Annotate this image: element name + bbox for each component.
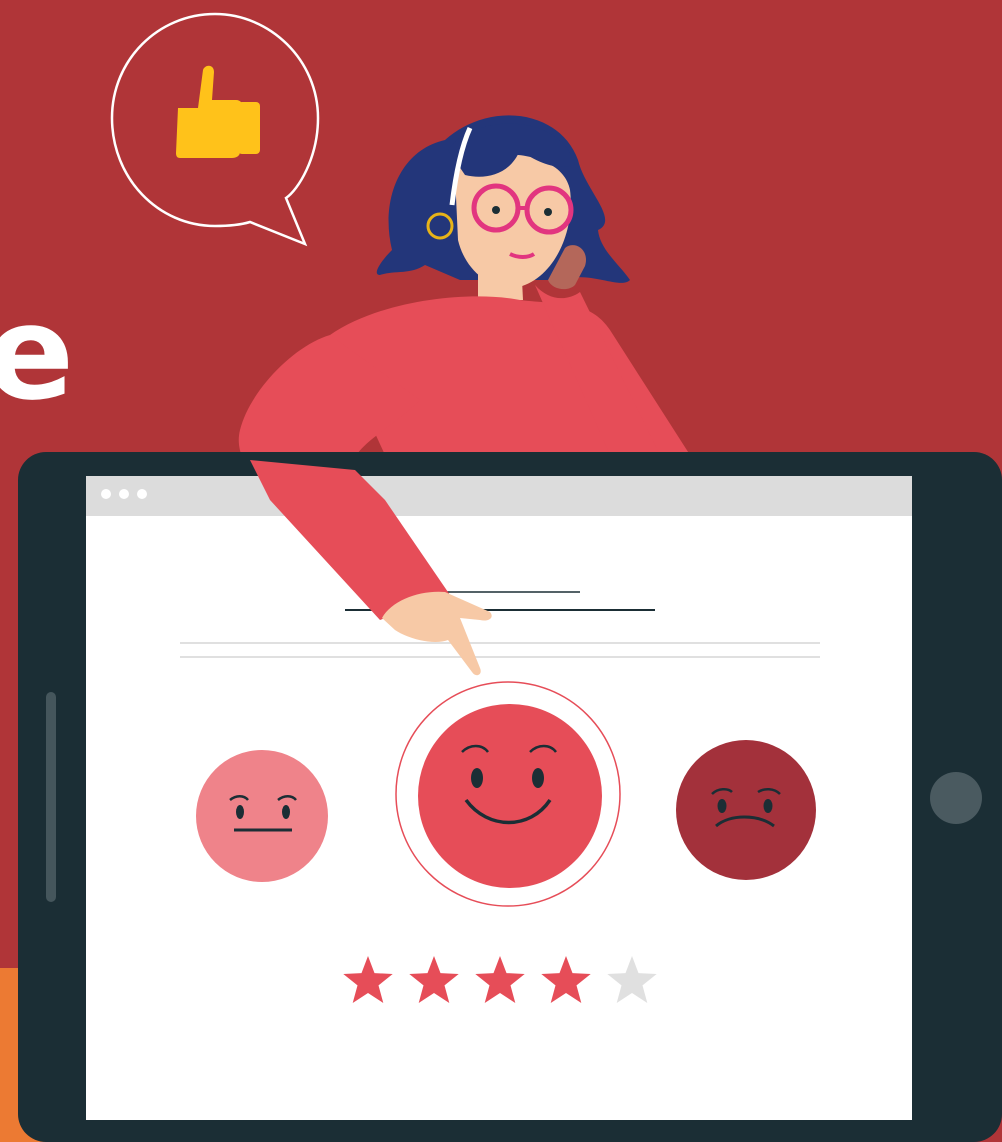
thumbs-up-icon [176,65,260,158]
illustration-scene [18,12,1002,1142]
browser-dot [137,489,147,499]
browser-dot [101,489,111,499]
sad-face-icon[interactable] [676,740,816,880]
browser-dot [119,489,129,499]
browser-bar [86,476,912,516]
neutral-face-icon[interactable] [196,750,328,882]
speech-bubble [110,12,320,247]
home-button[interactable] [930,772,982,824]
